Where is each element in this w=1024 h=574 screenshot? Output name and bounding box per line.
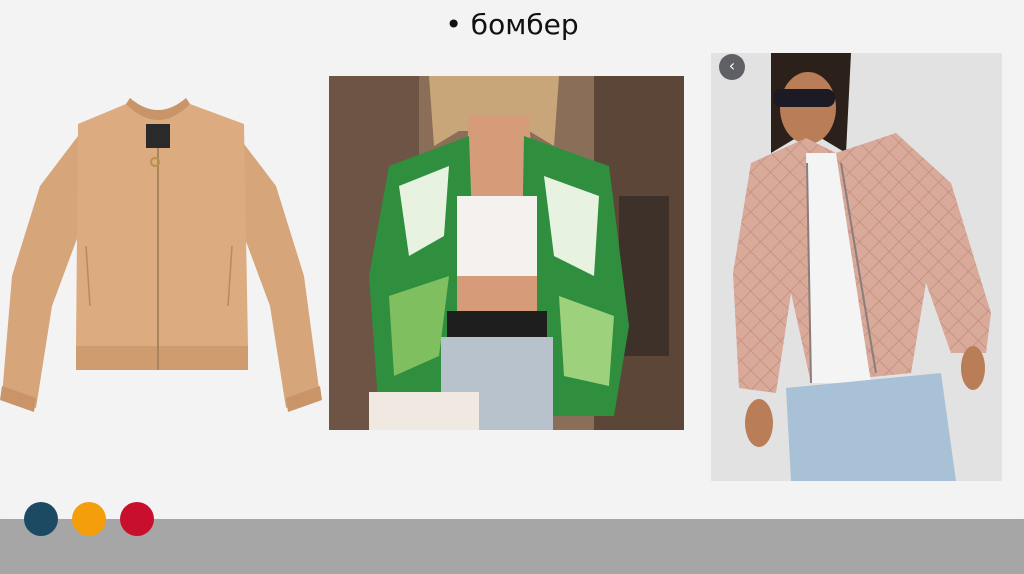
slide: • бомбер ‹ bbox=[0, 0, 1024, 574]
chevron-left-icon: ‹ bbox=[728, 56, 736, 75]
beige-bomber-image bbox=[0, 96, 322, 416]
footer-bar bbox=[0, 519, 1024, 574]
beige-bomber-illustration bbox=[0, 96, 322, 416]
quilted-bomber-illustration bbox=[711, 53, 1002, 481]
pink-quilted-bomber-photo bbox=[711, 53, 1002, 481]
dot-crimson bbox=[120, 502, 154, 536]
green-tropical-bomber-photo bbox=[329, 76, 684, 430]
green-bomber-illustration bbox=[329, 76, 684, 430]
dot-navy bbox=[24, 502, 58, 536]
dot-orange bbox=[72, 502, 106, 536]
slide-title: • бомбер bbox=[445, 8, 579, 41]
gallery-prev-button[interactable]: ‹ bbox=[719, 54, 745, 80]
